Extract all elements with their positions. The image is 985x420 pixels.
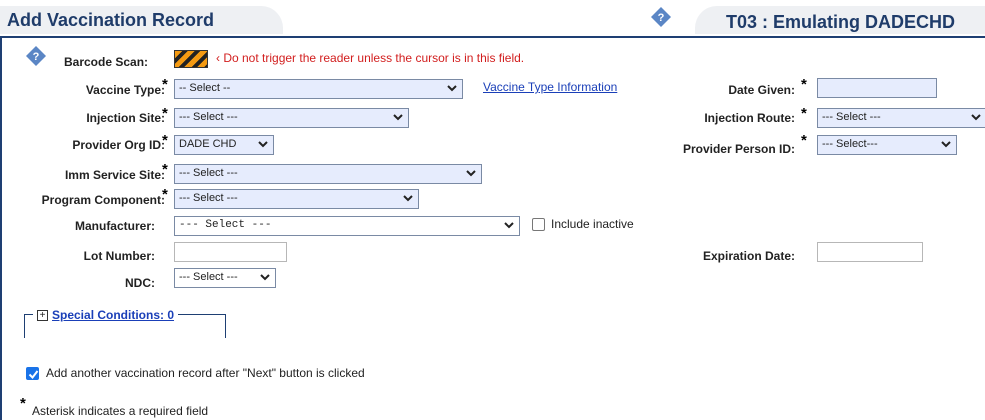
program-component-select[interactable]: --- Select --- xyxy=(174,189,419,209)
lot-number-input[interactable] xyxy=(174,242,287,262)
tab-add-vaccination: Add Vaccination Record xyxy=(0,6,283,34)
provider-org-id-select[interactable]: DADE CHD xyxy=(174,135,274,155)
chevron-down-icon xyxy=(403,195,413,202)
tab-bar: Add Vaccination Record ? T03 : Emulating… xyxy=(0,0,985,34)
include-inactive-checkbox[interactable] xyxy=(532,218,545,231)
chevron-down-icon xyxy=(504,222,514,229)
chevron-down-icon xyxy=(971,114,981,121)
vaccine-type-info-link[interactable]: Vaccine Type Information xyxy=(483,80,617,94)
imm-service-site-label: Imm Service Site: xyxy=(64,168,165,182)
special-conditions-section: + Special Conditions: 0 xyxy=(24,305,226,338)
date-given-label: Date Given: xyxy=(728,83,795,97)
barcode-label: Barcode Scan: xyxy=(64,55,149,69)
vaccination-form: ? Barcode Scan: ‹ Do not trigger the rea… xyxy=(0,36,985,420)
svg-text:?: ? xyxy=(33,51,40,63)
add-another-label: Add another vaccination record after "Ne… xyxy=(46,366,365,380)
required-asterisk: * xyxy=(801,132,807,149)
chevron-down-icon xyxy=(466,170,476,177)
chevron-down-icon xyxy=(258,141,268,148)
program-component-label: Program Component: xyxy=(41,193,165,207)
chevron-down-icon xyxy=(393,114,403,121)
help-diamond-icon[interactable]: ? xyxy=(26,46,46,66)
date-given-input[interactable] xyxy=(817,78,937,98)
injection-route-select[interactable]: --- Select --- xyxy=(817,108,985,128)
environment-label: T03 : Emulating DADECHD xyxy=(726,12,956,32)
manufacturer-select[interactable]: --- Select --- xyxy=(174,216,520,236)
checkmark-icon xyxy=(28,370,39,380)
expiration-date-label: Expiration Date: xyxy=(702,249,795,263)
chevron-down-icon xyxy=(941,141,951,148)
tab-environment: T03 : Emulating DADECHD xyxy=(695,6,985,34)
required-asterisk: * xyxy=(162,76,168,93)
injection-site-label: Injection Site: xyxy=(86,111,165,125)
barcode-warning: ‹ Do not trigger the reader unless the c… xyxy=(216,51,525,65)
provider-person-id-label: Provider Person ID: xyxy=(682,142,795,156)
lot-number-label: Lot Number: xyxy=(83,249,155,263)
chevron-down-icon xyxy=(447,85,457,92)
ndc-select[interactable]: --- Select --- xyxy=(174,268,276,288)
expiration-date-input[interactable] xyxy=(817,242,923,262)
add-another-checkbox[interactable] xyxy=(26,367,39,380)
required-asterisk: * xyxy=(801,105,807,122)
required-asterisk: * xyxy=(162,161,168,178)
provider-org-id-label: Provider Org ID: xyxy=(72,138,165,152)
help-diamond-icon[interactable]: ? xyxy=(651,7,671,27)
expand-plus-icon[interactable]: + xyxy=(37,309,48,321)
include-inactive-label: Include inactive xyxy=(551,217,634,231)
page-title: Add Vaccination Record xyxy=(7,10,215,30)
ndc-label: NDC: xyxy=(125,276,155,290)
svg-text:?: ? xyxy=(658,12,665,24)
provider-person-id-select[interactable]: --- Select--- xyxy=(817,135,957,155)
vaccine-type-label: Vaccine Type: xyxy=(85,83,165,97)
imm-service-site-select[interactable]: --- Select --- xyxy=(174,164,482,184)
injection-route-label: Injection Route: xyxy=(704,111,795,125)
chevron-down-icon xyxy=(260,274,270,281)
required-asterisk: * xyxy=(162,132,168,149)
required-asterisk: * xyxy=(801,76,807,93)
required-asterisk: * xyxy=(162,105,168,122)
manufacturer-label: Manufacturer: xyxy=(74,219,155,233)
injection-site-select[interactable]: --- Select --- xyxy=(174,108,409,128)
required-note: Asterisk indicates a required field xyxy=(32,404,209,418)
barcode-scan-field[interactable] xyxy=(174,50,208,68)
vaccine-type-select[interactable]: -- Select -- xyxy=(174,79,463,99)
required-asterisk: * xyxy=(20,395,26,412)
required-asterisk: * xyxy=(162,186,168,203)
special-conditions-link[interactable]: Special Conditions: 0 xyxy=(52,308,174,322)
